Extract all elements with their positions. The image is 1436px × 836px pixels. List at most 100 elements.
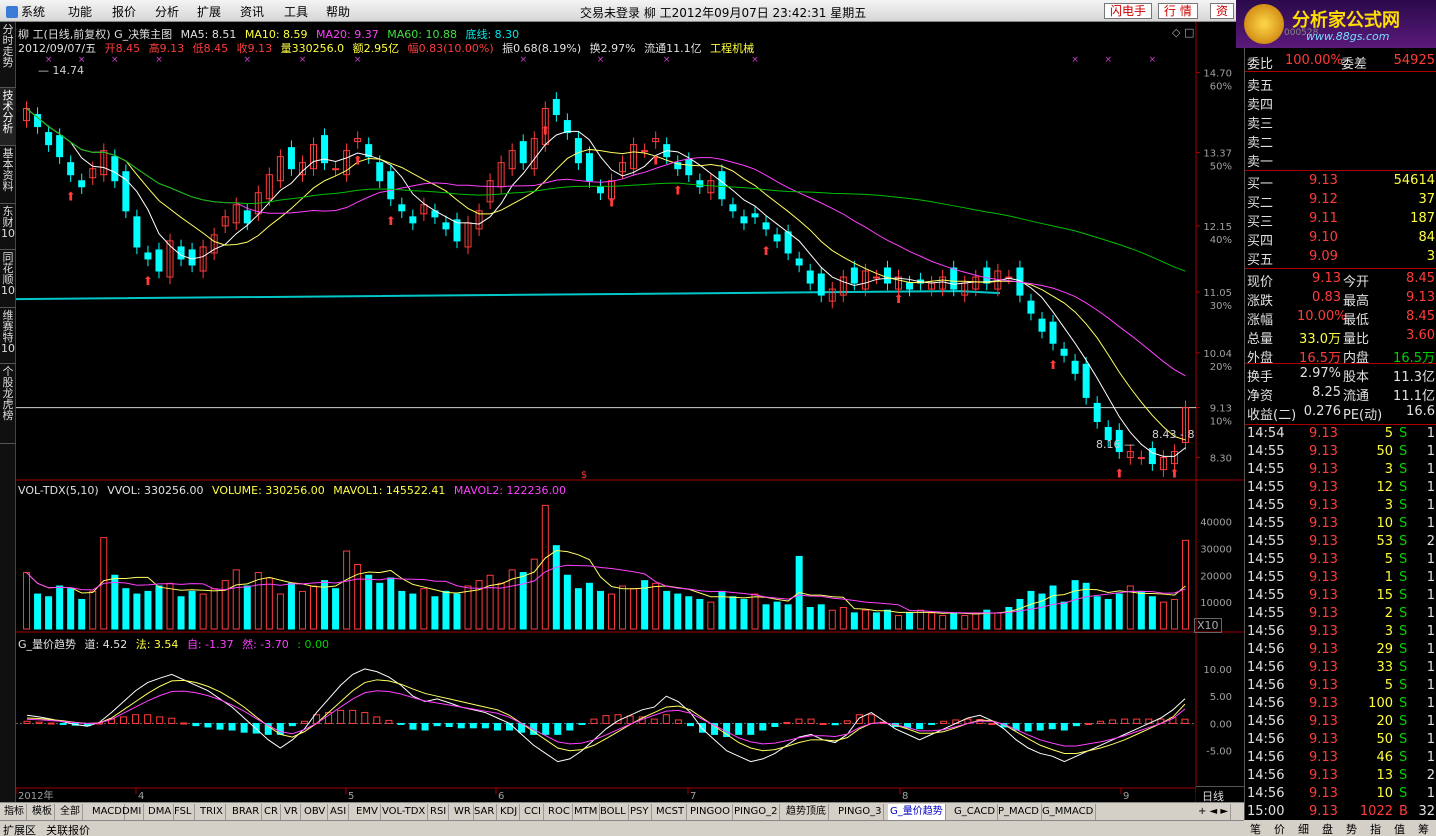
quote-panel-tab[interactable]: 价 (1274, 821, 1285, 836)
tab-extension-area[interactable]: 扩展区 (3, 822, 36, 836)
chart-area[interactable]: ◇ □ 14.70 60% 13.37 50% 12.15 40% 11.05 30% 10.04 2… (16, 22, 1244, 802)
indicator-tab[interactable]: DMI (120, 804, 145, 820)
tick-volume: 53 (1376, 534, 1393, 549)
indicator-tab[interactable]: MTM (572, 804, 601, 820)
indicator-tab[interactable]: TRIX (198, 804, 226, 820)
menu-bar: 系统 功能 报价 分析 扩展 资讯 工具 帮助 交易未登录 柳 工2012年09… (0, 0, 1436, 22)
quote-label: 净资 (1247, 389, 1274, 404)
indicator-tab[interactable]: P_MACD (996, 804, 1043, 820)
vol-axis-label: 40000 (1200, 518, 1232, 529)
indicator-tab[interactable]: EMV (354, 804, 381, 820)
menu-news[interactable]: 资讯 (240, 3, 264, 20)
volume-bar (321, 580, 329, 630)
menu-function[interactable]: 功能 (68, 3, 92, 20)
volume-bar (928, 612, 936, 630)
indicator-tab[interactable]: 模板 (30, 804, 55, 820)
period-selector[interactable]: 日线 (1196, 786, 1244, 803)
quote-panel-tab[interactable]: 势 (1346, 821, 1357, 836)
menu-help[interactable]: 帮助 (326, 3, 350, 20)
indicator-tab[interactable]: BRAR (230, 804, 263, 820)
indicator-tab[interactable]: PINGOO (688, 804, 733, 820)
indicator-bar (771, 722, 779, 728)
info-button[interactable]: 资 (1210, 3, 1235, 19)
tick-volume: 100 (1368, 696, 1393, 711)
menu-quote[interactable]: 报价 (112, 3, 136, 20)
volume-bar (630, 588, 638, 630)
quote-panel-tab[interactable]: 值 (1394, 821, 1405, 836)
quote-button[interactable]: 行 情 (1158, 3, 1198, 19)
tick-count: 1 (1426, 786, 1435, 801)
menu-analysis[interactable]: 分析 (155, 3, 179, 20)
tick-price: 9.13 (1309, 606, 1338, 621)
indicator-tab[interactable]: VR (282, 804, 301, 820)
indicator-tab[interactable]: OBV (302, 804, 329, 820)
quote-panel-tab[interactable]: 筹 (1418, 821, 1429, 836)
tick-price: 9.13 (1309, 732, 1338, 747)
quote-panel-tab[interactable]: 指 (1370, 821, 1381, 836)
tab-related-quotes[interactable]: 关联报价 (46, 822, 90, 836)
menu-tools[interactable]: 工具 (284, 3, 308, 20)
indicator-tab[interactable]: CCI (522, 804, 544, 820)
indicator-tab[interactable]: 全部 (58, 804, 83, 820)
tab-scroll-arrows-icon[interactable]: + ◄ ► (1196, 804, 1232, 820)
kline-chart[interactable]: ◇ □ 14.70 60% 13.37 50% 12.15 40% 11.05 30% 10.04 2… (16, 22, 1244, 802)
indicator-bar (1036, 722, 1044, 731)
tab-dongcai[interactable]: 东财10 (0, 204, 16, 250)
candle-body (56, 135, 64, 158)
buy-row: 买一 9.13 54614 (1245, 172, 1436, 192)
indicator-tab[interactable]: PINGO_3 (836, 804, 885, 820)
indicator-bar (1072, 722, 1080, 727)
volume-bar (276, 593, 284, 630)
tab-dragon-tiger[interactable]: 个股龙虎榜 (0, 364, 16, 444)
tab-fundamental[interactable]: 基本资料 (0, 146, 16, 204)
indicator-tab[interactable]: ASI (328, 804, 350, 820)
indicator-bar (361, 712, 369, 724)
indicator-tab[interactable]: RSI (428, 804, 450, 820)
tick-volume: 5 (1384, 678, 1393, 693)
tab-intraday[interactable]: 分时走势 (0, 22, 16, 88)
buy-row: 买二 9.12 37 (1245, 191, 1436, 211)
indicator-tab[interactable]: DMA (146, 804, 175, 820)
quote-value: 33.0万 (1299, 332, 1341, 347)
volume-bar (67, 588, 75, 630)
date-axis-label: 8 (902, 791, 908, 802)
tab-tonghuashun[interactable]: 同花顺10 (0, 250, 16, 308)
indicator-tab[interactable]: 趋势顶底 (784, 804, 829, 820)
buy-row: 买三 9.11 187 (1245, 210, 1436, 230)
volume-bar (663, 590, 671, 630)
volume-bar (939, 615, 947, 630)
date-axis-label: 9 (1123, 791, 1129, 802)
quote-panel-tab[interactable]: 笔 (1250, 821, 1261, 836)
tick-time: 14:56 (1247, 642, 1285, 657)
menu-extend[interactable]: 扩展 (197, 3, 221, 20)
menu-system[interactable]: 系统 (6, 3, 45, 20)
indicator-bar (940, 720, 948, 724)
indicator-tab[interactable]: G_MMACD (1040, 804, 1097, 820)
volume-bar (398, 590, 406, 630)
indicator-bar (506, 722, 514, 731)
price-axis-label: 9.13 (1210, 404, 1232, 415)
indicator-tab[interactable]: MCST (654, 804, 688, 820)
indicator-tab[interactable]: KDJ (498, 804, 521, 820)
tab-weisaite[interactable]: 维赛特10 (0, 308, 16, 364)
candle-body (287, 147, 295, 170)
indicator-tab[interactable]: PINGO_2 (732, 804, 781, 820)
indicator-tab[interactable]: G_量价趋势 (888, 804, 946, 820)
quote-panel-tab[interactable]: 盘 (1322, 821, 1333, 836)
indicator-tab[interactable]: FSL (172, 804, 195, 820)
flash-trade-button[interactable]: 闪电手 (1104, 3, 1153, 19)
indicator-tab[interactable]: PSY (628, 804, 652, 820)
indicator-tab[interactable]: BOLL (598, 804, 629, 820)
indicator-tab[interactable]: VOL-TDX (380, 804, 429, 820)
quote-panel-tab[interactable]: 细 (1298, 821, 1309, 836)
indicator-tab[interactable]: WR (452, 804, 474, 820)
indicator-tab[interactable]: ROC (546, 804, 573, 820)
tab-technical[interactable]: 技术分析 (0, 88, 16, 146)
tick-side: S (1399, 606, 1408, 621)
indicator-tab[interactable]: CR (262, 804, 281, 820)
tick-row: 14:55 9.13 15 S 1 (1245, 587, 1436, 605)
indicator-tab[interactable]: 指标 (2, 804, 27, 820)
indicator-bar (156, 716, 164, 724)
indicator-tab[interactable]: SAR (472, 804, 498, 820)
indicator-tab[interactable]: G_CACD (952, 804, 999, 820)
